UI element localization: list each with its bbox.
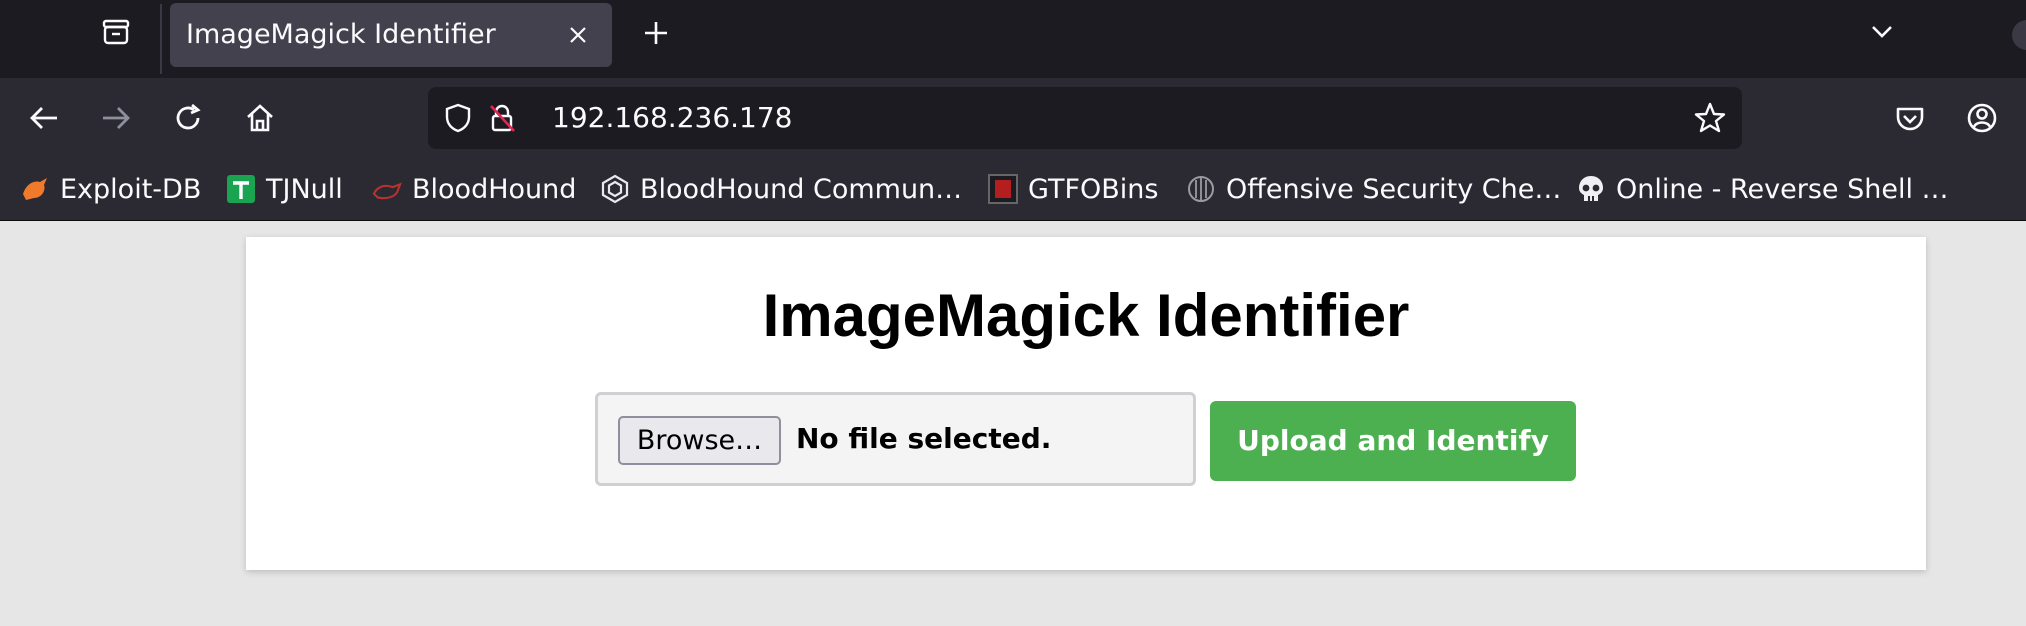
forward-arrow-icon[interactable]	[94, 96, 138, 140]
hexagon-icon	[600, 174, 630, 204]
tab-title: ImageMagick Identifier	[186, 19, 496, 50]
bookmark-item[interactable]: BloodHound Commun…	[600, 168, 962, 210]
shield-icon[interactable]	[440, 100, 476, 136]
firefox-view-icon[interactable]	[96, 12, 136, 52]
bookmark-label: BloodHound Commun…	[640, 173, 963, 205]
new-tab-icon[interactable]	[636, 13, 676, 53]
url-text[interactable]: 192.168.236.178	[552, 87, 792, 149]
window-control[interactable]	[2012, 20, 2026, 50]
shell-icon	[1186, 174, 1216, 204]
reload-icon[interactable]	[166, 96, 210, 140]
bookmark-label: Online - Reverse Shell …	[1616, 173, 1949, 205]
chevron-down-icon[interactable]	[1862, 12, 1902, 52]
bookmark-label: GTFOBins	[1028, 173, 1159, 205]
bloodhound-icon	[372, 174, 402, 204]
home-icon[interactable]	[238, 96, 282, 140]
navigation-toolbar: 192.168.236.178	[0, 78, 2026, 158]
exploit-db-icon	[20, 174, 50, 204]
browse-button[interactable]: Browse…	[618, 416, 781, 465]
tab-active[interactable]: ImageMagick Identifier	[170, 3, 612, 67]
bookmarks-toolbar: Exploit-DB TJNull BloodHound BloodHound …	[0, 158, 2026, 221]
bookmark-item[interactable]: GTFOBins	[988, 168, 1158, 210]
pocket-icon[interactable]	[1888, 96, 1932, 140]
bookmark-label: BloodHound	[412, 173, 577, 205]
file-status-text: No file selected.	[796, 422, 1052, 455]
upload-and-identify-button[interactable]: Upload and Identify	[1210, 401, 1576, 481]
upload-card: ImageMagick Identifier Browse… No file s…	[246, 237, 1926, 570]
file-input[interactable]: Browse… No file selected.	[595, 392, 1196, 486]
account-icon[interactable]	[1960, 96, 2004, 140]
bookmark-label: Offensive Security Che…	[1226, 173, 1562, 205]
back-arrow-icon[interactable]	[22, 96, 66, 140]
skull-icon	[1576, 174, 1606, 204]
bookmark-item[interactable]: Exploit-DB	[20, 168, 201, 210]
close-icon[interactable]	[560, 17, 596, 53]
bookmark-item[interactable]: TJNull	[226, 168, 343, 210]
gtfobins-icon	[988, 174, 1018, 204]
bookmark-label: TJNull	[266, 173, 343, 205]
page-viewport: ImageMagick Identifier Browse… No file s…	[0, 221, 2026, 626]
star-icon[interactable]	[1692, 100, 1728, 136]
bookmark-item[interactable]: BloodHound	[372, 168, 576, 210]
bookmark-item[interactable]: Online - Reverse Shell …	[1576, 168, 1949, 210]
tjnull-icon	[226, 174, 256, 204]
bookmark-label: Exploit-DB	[60, 173, 202, 205]
tab-separator	[160, 4, 162, 74]
tab-strip: ImageMagick Identifier	[0, 0, 2026, 78]
insecure-lock-icon[interactable]	[484, 100, 520, 136]
address-bar[interactable]: 192.168.236.178	[428, 87, 1742, 149]
page-title: ImageMagick Identifier	[762, 282, 1410, 349]
bookmark-item[interactable]: Offensive Security Che…	[1186, 168, 1561, 210]
